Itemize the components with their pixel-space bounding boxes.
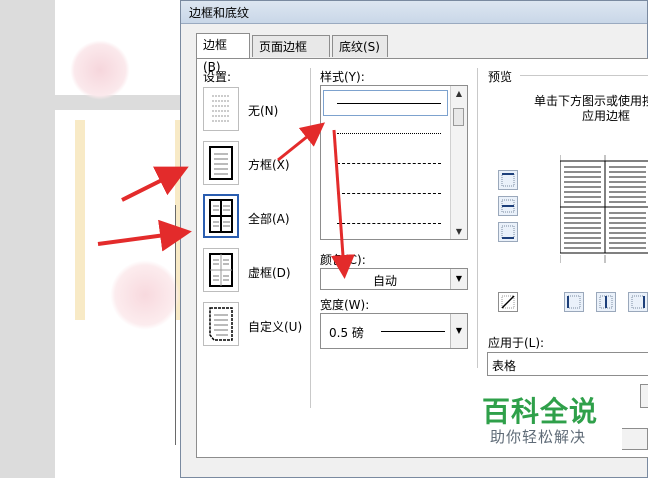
watermark-subtitle: 助你轻松解决 (490, 428, 587, 446)
watermark-title: 百科全说 (482, 395, 599, 428)
tab-borders[interactable]: 边框(B) (196, 33, 250, 74)
